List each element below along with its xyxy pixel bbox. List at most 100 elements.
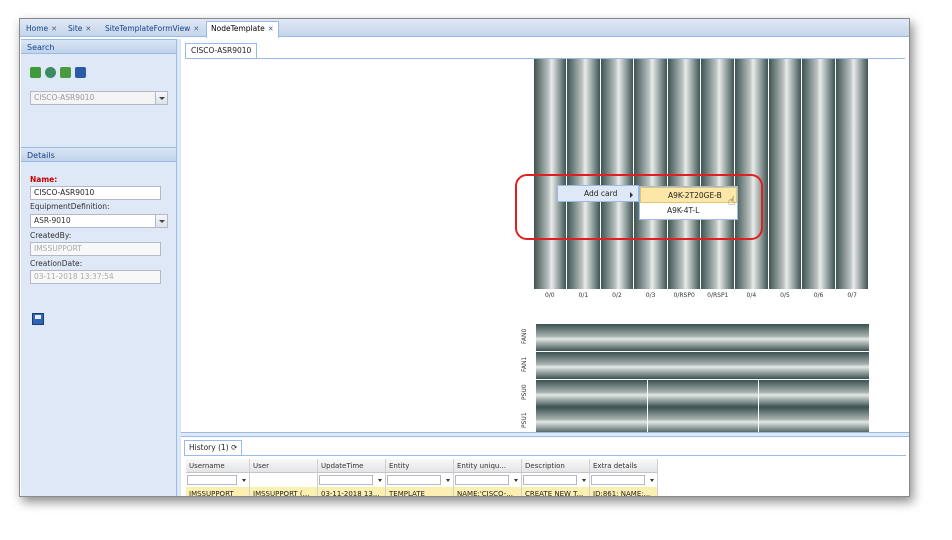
table-row[interactable]: IMSSUPPORT IMSSUPPORT (... 03-11-2018 13… <box>186 487 658 496</box>
chevron-down-icon[interactable] <box>446 479 450 482</box>
search-header: Search <box>21 39 176 54</box>
column-header[interactable]: User <box>250 459 318 473</box>
context-submenu: A9K-2T20GE-B A9K-4T-L <box>639 186 738 220</box>
name-field[interactable]: CISCO-ASR9010 <box>30 186 161 200</box>
filter-cell[interactable] <box>590 473 658 487</box>
slot[interactable]: 0/7 <box>835 59 869 299</box>
binoculars-icon[interactable] <box>75 67 86 78</box>
slot[interactable]: 0/6 <box>802 59 835 299</box>
filter-input[interactable] <box>523 475 577 485</box>
table-cell: NAME:'CISCO-... <box>454 487 522 496</box>
slot-label: 0/6 <box>813 292 824 299</box>
details-header: Details <box>21 147 176 162</box>
chevron-down-icon[interactable] <box>378 479 382 482</box>
hand-cursor-icon: ☝ <box>728 194 736 208</box>
filter-input[interactable] <box>591 475 645 485</box>
history-panel: History (1) ⟳ Username User UpdateTime E… <box>181 437 909 496</box>
close-icon[interactable]: ✕ <box>51 25 57 33</box>
column-header[interactable]: Entity uniqu... <box>454 459 522 473</box>
created-by-field: IMSSUPPORT <box>30 242 161 256</box>
view-icon[interactable] <box>45 67 56 78</box>
psu-divider <box>647 380 648 407</box>
table-cell: CREATE NEW T... <box>522 487 590 496</box>
menu-item-a9k-2t20ge-b[interactable]: A9K-2T20GE-B <box>640 187 737 203</box>
column-header[interactable]: UpdateTime <box>318 459 386 473</box>
chevron-down-icon[interactable] <box>514 479 518 482</box>
column-header[interactable]: Description <box>522 459 590 473</box>
slot-label: 0/4 <box>746 292 757 299</box>
tab-bar: Home ✕ Site ✕ SiteTemplateFormView ✕ NodeTe… <box>20 19 909 38</box>
column-header[interactable]: Username <box>186 459 250 473</box>
filter-cell[interactable] <box>454 473 522 487</box>
history-tab-label: History (1) <box>189 443 229 452</box>
psu-divider <box>758 380 759 407</box>
fan-tray[interactable] <box>536 324 869 351</box>
export-icon[interactable] <box>60 67 71 78</box>
menu-item-a9k-4t-l[interactable]: A9K-4T-L <box>640 203 737 219</box>
close-icon[interactable]: ✕ <box>193 25 199 33</box>
tab-label: Home <box>26 24 49 33</box>
tab-nodetemplate[interactable]: NodeTemplate ✕ <box>206 21 279 38</box>
refresh-icon[interactable] <box>30 67 41 78</box>
app-window: Home ✕ Site ✕ SiteTemplateFormView ✕ NodeTe… <box>19 18 910 497</box>
chevron-down-icon[interactable] <box>155 92 167 104</box>
table-cell: ID:861; NAME:... <box>590 487 658 496</box>
chevron-down-icon[interactable] <box>582 479 586 482</box>
creation-date-field: 03-11-2018 13:37:54 <box>30 270 161 284</box>
table-cell: IMSSUPPORT <box>186 487 250 496</box>
context-menu-label: Add card <box>584 189 618 198</box>
grid-filter-row <box>186 473 658 487</box>
filter-input[interactable] <box>187 475 237 485</box>
psu-divider <box>758 407 759 434</box>
equipment-definition-combo[interactable]: ASR-9010 <box>30 214 168 228</box>
close-icon[interactable]: ✕ <box>268 25 274 33</box>
filter-cell[interactable] <box>186 473 250 487</box>
chevron-down-icon[interactable] <box>155 215 167 227</box>
created-by-label: CreatedBy: <box>30 231 72 240</box>
chevron-down-icon[interactable] <box>242 479 246 482</box>
tab-history[interactable]: History (1) ⟳ <box>184 440 243 455</box>
table-cell: IMSSUPPORT (... <box>250 487 318 496</box>
chevron-down-icon[interactable] <box>650 479 654 482</box>
filter-input[interactable] <box>387 475 441 485</box>
psu-tray[interactable] <box>536 407 869 434</box>
tab-site[interactable]: Site ✕ <box>64 22 95 37</box>
filter-cell[interactable] <box>522 473 590 487</box>
tab-label: NodeTemplate <box>211 24 265 33</box>
left-panel: Search CISCO-ASR9010 Details Name: CISCO… <box>21 39 177 496</box>
psu-divider <box>647 407 648 434</box>
fan-label: FAN1 <box>521 356 528 372</box>
tab-cisco-asr9010[interactable]: CISCO-ASR9010 <box>185 43 258 58</box>
filter-input[interactable] <box>319 475 373 485</box>
equipment-definition-label: EquipmentDefinition: <box>30 202 110 211</box>
tab-label: SiteTemplateFormView <box>105 24 191 33</box>
slot-label: 0/1 <box>578 292 589 299</box>
slot-label: 0/7 <box>847 292 857 299</box>
history-grid: Username User UpdateTime Entity Entity u… <box>186 459 658 496</box>
search-combo[interactable]: CISCO-ASR9010 <box>30 91 168 105</box>
filter-input[interactable] <box>455 475 509 485</box>
psu-tray[interactable] <box>536 380 869 407</box>
column-header[interactable]: Entity <box>386 459 454 473</box>
slot-label: 0/0 <box>544 292 555 299</box>
tab-home[interactable]: Home ✕ <box>22 22 61 37</box>
slot-label: 0/5 <box>780 292 790 299</box>
tab-sitetemplateformview[interactable]: SiteTemplateFormView ✕ <box>101 22 203 37</box>
tab-divider <box>184 455 906 456</box>
slot-label: 0/RSP0 <box>673 292 695 299</box>
search-combo-value: CISCO-ASR9010 <box>34 93 95 102</box>
filter-cell[interactable] <box>386 473 454 487</box>
filter-cell[interactable] <box>318 473 386 487</box>
fan-tray[interactable] <box>536 352 869 379</box>
tab-label: Site <box>68 24 83 33</box>
slot[interactable]: 0/5 <box>768 59 802 299</box>
psu-label: PSU0 <box>521 384 528 400</box>
refresh-icon[interactable]: ⟳ <box>231 443 237 452</box>
close-icon[interactable]: ✕ <box>85 25 91 33</box>
equipment-definition-value: ASR-9010 <box>34 216 71 225</box>
filter-cell[interactable] <box>250 473 318 487</box>
psu-label: PSU1 <box>521 412 528 428</box>
column-header[interactable]: Extra details <box>590 459 658 473</box>
save-icon[interactable] <box>32 313 44 325</box>
context-menu-add-card[interactable]: Add card <box>557 185 639 202</box>
